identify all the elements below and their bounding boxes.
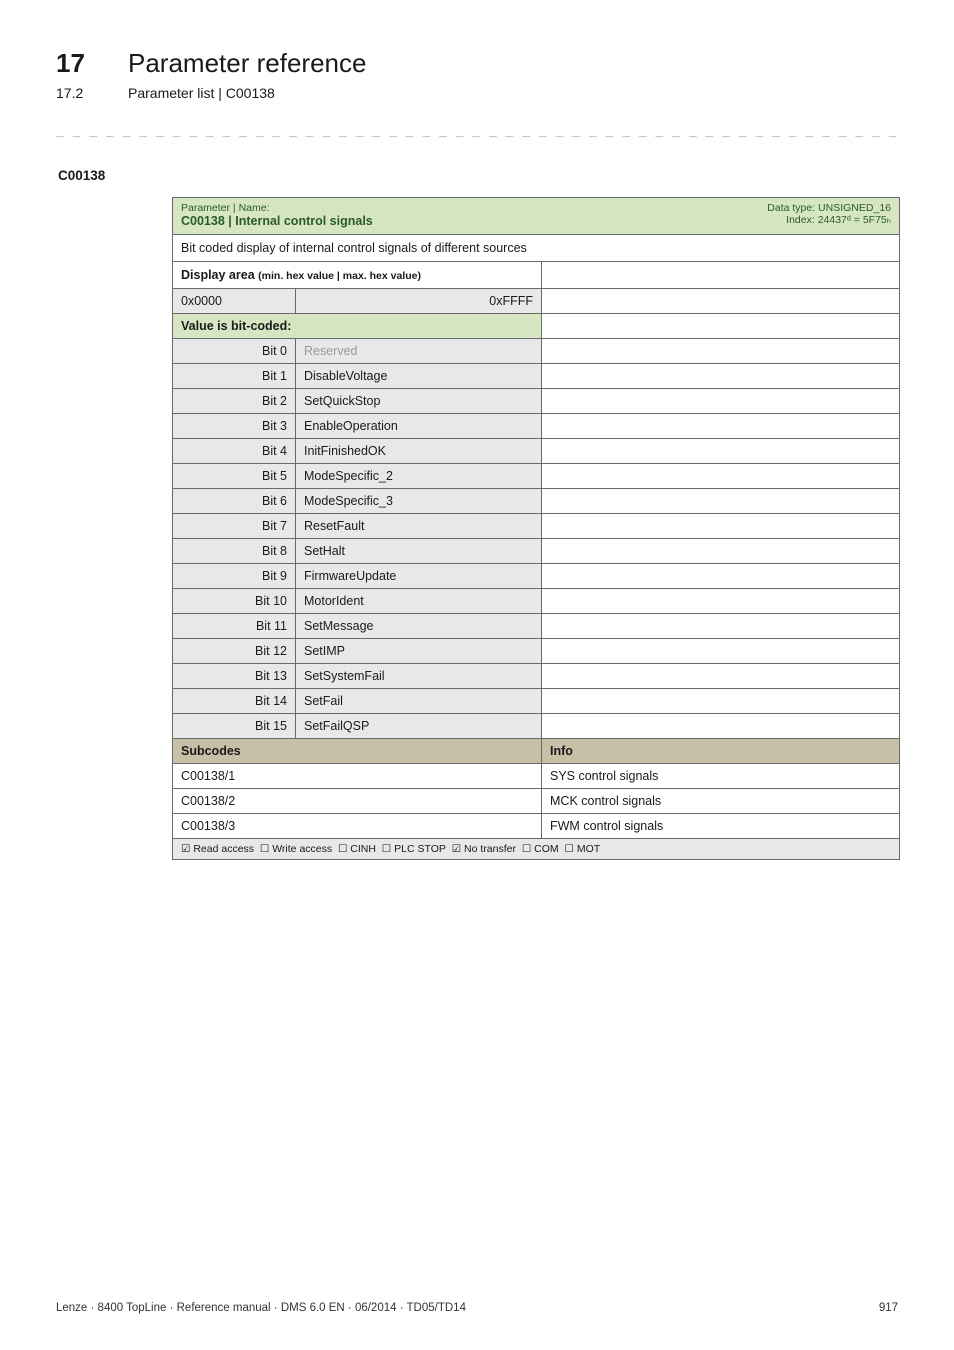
chapter-number: 17 xyxy=(56,48,100,79)
bit-label: Bit 12 xyxy=(173,639,295,663)
bit-name: SetHalt xyxy=(295,539,541,563)
chapter-title: Parameter reference xyxy=(128,48,366,79)
datatype: Data type: UNSIGNED_16 xyxy=(747,202,891,214)
bit-label: Bit 1 xyxy=(173,364,295,388)
display-area-sublabel: (min. hex value | max. hex value) xyxy=(258,270,421,282)
access-flags: ☑ Read access ☐ Write access ☐ CINH ☐ PL… xyxy=(173,839,899,859)
param-label: Parameter | Name: xyxy=(181,202,731,214)
value-is-bit-coded: Value is bit-coded: xyxy=(173,314,541,338)
bit-label: Bit 15 xyxy=(173,714,295,738)
display-area-label: Display area xyxy=(181,268,255,282)
subcode-code: C00138/2 xyxy=(173,789,541,813)
bit-row: Bit 4InitFinishedOK xyxy=(173,439,899,464)
subcode-row: C00138/2MCK control signals xyxy=(173,789,899,814)
bit-name: ModeSpecific_2 xyxy=(295,464,541,488)
bit-name: MotorIdent xyxy=(295,589,541,613)
bit-label: Bit 10 xyxy=(173,589,295,613)
bit-name: Reserved xyxy=(295,339,541,363)
subcode-info: MCK control signals xyxy=(541,789,899,813)
bit-row: Bit 15SetFailQSP xyxy=(173,714,899,739)
bit-row: Bit 9FirmwareUpdate xyxy=(173,564,899,589)
section-code: C00138 xyxy=(58,168,898,183)
bit-label: Bit 8 xyxy=(173,539,295,563)
bit-row: Bit 10MotorIdent xyxy=(173,589,899,614)
bit-label: Bit 5 xyxy=(173,464,295,488)
subcode-row: C00138/1SYS control signals xyxy=(173,764,899,789)
hex-min: 0x0000 xyxy=(173,289,295,313)
bit-label: Bit 13 xyxy=(173,664,295,688)
bit-name: EnableOperation xyxy=(295,414,541,438)
bit-row: Bit 0Reserved xyxy=(173,339,899,364)
bit-row: Bit 6ModeSpecific_3 xyxy=(173,489,899,514)
bit-name: DisableVoltage xyxy=(295,364,541,388)
bit-label: Bit 3 xyxy=(173,414,295,438)
bit-row: Bit 13SetSystemFail xyxy=(173,664,899,689)
divider: _ _ _ _ _ _ _ _ _ _ _ _ _ _ _ _ _ _ _ _ … xyxy=(56,123,898,138)
bit-row: Bit 7ResetFault xyxy=(173,514,899,539)
bit-name: SetFail xyxy=(295,689,541,713)
bit-label: Bit 9 xyxy=(173,564,295,588)
parameter-table: Parameter | Name: C00138 | Internal cont… xyxy=(172,197,900,860)
bit-row: Bit 3EnableOperation xyxy=(173,414,899,439)
bit-row: Bit 14SetFail xyxy=(173,689,899,714)
bit-label: Bit 0 xyxy=(173,339,295,363)
bit-name: ModeSpecific_3 xyxy=(295,489,541,513)
bit-row: Bit 2SetQuickStop xyxy=(173,389,899,414)
section-title: Parameter list | C00138 xyxy=(128,85,275,101)
param-codename: C00138 | Internal control signals xyxy=(181,214,731,228)
subcodes-header: Subcodes xyxy=(173,739,541,763)
hex-max: 0xFFFF xyxy=(295,289,541,313)
section-number: 17.2 xyxy=(56,85,100,101)
bit-label: Bit 7 xyxy=(173,514,295,538)
bit-row: Bit 11SetMessage xyxy=(173,614,899,639)
bit-label: Bit 11 xyxy=(173,614,295,638)
bit-row: Bit 1DisableVoltage xyxy=(173,364,899,389)
info-header: Info xyxy=(541,739,899,763)
subcode-info: FWM control signals xyxy=(541,814,899,838)
footer-left: Lenze · 8400 TopLine · Reference manual … xyxy=(56,1302,466,1314)
bit-name: SetMessage xyxy=(295,614,541,638)
bit-row: Bit 8SetHalt xyxy=(173,539,899,564)
bit-name: ResetFault xyxy=(295,514,541,538)
subcode-info: SYS control signals xyxy=(541,764,899,788)
bit-row: Bit 12SetIMP xyxy=(173,639,899,664)
subcode-code: C00138/1 xyxy=(173,764,541,788)
footer-page-number: 917 xyxy=(879,1302,898,1314)
bit-name: FirmwareUpdate xyxy=(295,564,541,588)
subcode-row: C00138/3FWM control signals xyxy=(173,814,899,839)
bit-name: SetSystemFail xyxy=(295,664,541,688)
bit-row: Bit 5ModeSpecific_2 xyxy=(173,464,899,489)
bit-name: SetQuickStop xyxy=(295,389,541,413)
subcode-code: C00138/3 xyxy=(173,814,541,838)
bit-label: Bit 2 xyxy=(173,389,295,413)
bit-name: SetFailQSP xyxy=(295,714,541,738)
index: Index: 24437ᵈ = 5F75ₕ xyxy=(747,214,891,226)
bit-name: InitFinishedOK xyxy=(295,439,541,463)
bit-name: SetIMP xyxy=(295,639,541,663)
bit-label: Bit 6 xyxy=(173,489,295,513)
description: Bit coded display of internal control si… xyxy=(173,235,899,262)
bit-label: Bit 4 xyxy=(173,439,295,463)
bit-label: Bit 14 xyxy=(173,689,295,713)
